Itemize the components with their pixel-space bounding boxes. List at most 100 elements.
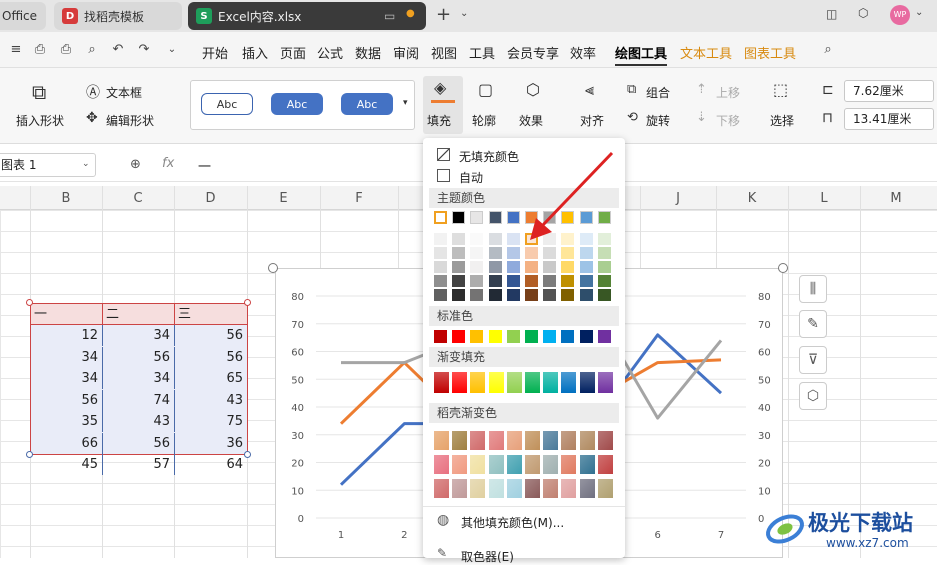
docer-gradient-swatch[interactable] (543, 479, 559, 498)
outline-icon[interactable]: ▢ (478, 80, 493, 99)
docer-gradient-swatch[interactable] (434, 455, 449, 474)
search-icon[interactable]: ⌕ (820, 42, 836, 58)
theme-color-swatch[interactable] (488, 211, 502, 224)
theme-shade-swatch[interactable] (525, 289, 538, 301)
docer-gradient-swatch[interactable] (543, 431, 559, 450)
standard-color-swatch[interactable] (470, 330, 484, 343)
theme-shade-swatch[interactable] (434, 233, 447, 245)
theme-shade-swatch[interactable] (506, 289, 520, 301)
menu-icon[interactable]: ≡ (8, 42, 24, 58)
undo-icon[interactable]: ↶ (110, 42, 126, 58)
col-header[interactable]: M (860, 191, 932, 206)
gradient-swatch[interactable] (597, 372, 613, 393)
formula-input[interactable]: 一 (198, 156, 211, 175)
move-down-icon[interactable]: ⇣ (696, 110, 707, 125)
standard-color-swatch[interactable] (434, 330, 447, 343)
docer-gradient-swatch[interactable] (506, 455, 522, 474)
table-cell[interactable]: 57 (103, 454, 175, 475)
edit-shape-button[interactable]: 编辑形状 (106, 112, 154, 129)
resize-handle[interactable] (778, 263, 788, 273)
theme-color-swatch[interactable] (506, 211, 520, 224)
menu-tools[interactable]: 工具 (469, 43, 495, 62)
range-handle[interactable] (244, 299, 251, 306)
standard-color-swatch[interactable] (506, 330, 520, 343)
theme-shade-swatch[interactable] (488, 233, 502, 245)
more-colors-option[interactable]: 其他填充颜色(M)... (461, 514, 564, 531)
docer-gradient-swatch[interactable] (434, 431, 449, 450)
table-header-cell[interactable]: 三 (175, 304, 247, 325)
window-layout-icon[interactable]: ◫ (826, 7, 837, 21)
theme-shade-swatch[interactable] (452, 247, 466, 259)
table-cell[interactable]: 65 (175, 368, 247, 389)
table-cell[interactable]: 56 (175, 325, 247, 346)
docer-gradient-swatch[interactable] (452, 479, 468, 498)
table-cell[interactable]: 75 (175, 411, 247, 432)
col-header[interactable]: K (716, 191, 788, 206)
theme-shade-swatch[interactable] (470, 261, 484, 273)
theme-shade-swatch[interactable] (488, 247, 502, 259)
chevron-down-icon[interactable]: ⌄ (460, 8, 468, 19)
standard-color-swatch[interactable] (525, 330, 538, 343)
screen-icon[interactable]: ▭ (384, 9, 395, 23)
gradient-swatch[interactable] (434, 372, 449, 393)
menu-page[interactable]: 页面 (280, 43, 306, 62)
docer-gradient-swatch[interactable] (543, 455, 559, 474)
rotate-button[interactable]: 旋转 (646, 112, 670, 129)
docer-gradient-swatch[interactable] (470, 431, 486, 450)
theme-shade-swatch[interactable] (597, 289, 611, 301)
move-up-icon[interactable]: ⇡ (696, 82, 707, 97)
gallery-more-icon[interactable]: ▾ (403, 98, 408, 108)
chart-elements-icon[interactable]: ⫼ (799, 275, 827, 303)
function-icon[interactable]: fx (162, 156, 174, 171)
col-header[interactable]: J (640, 191, 716, 206)
docer-gradient-swatch[interactable] (525, 431, 540, 450)
table-cell[interactable]: 34 (103, 325, 175, 346)
textbox-icon[interactable]: Ⓐ (86, 82, 100, 102)
gradient-swatch[interactable] (561, 372, 577, 393)
docer-gradient-swatch[interactable] (525, 455, 540, 474)
save-icon[interactable]: ⎙ (32, 42, 48, 58)
docer-gradient-swatch[interactable] (506, 479, 522, 498)
outline-button[interactable]: 轮廓 (472, 112, 496, 129)
docer-gradient-swatch[interactable] (525, 479, 540, 498)
menu-formula[interactable]: 公式 (317, 43, 343, 62)
theme-color-swatch[interactable] (470, 211, 484, 224)
theme-color-swatch[interactable] (452, 211, 466, 224)
new-tab-icon[interactable]: + (436, 4, 451, 25)
theme-shade-swatch[interactable] (543, 261, 557, 273)
move-up-button[interactable]: 上移 (716, 84, 740, 101)
table-cell[interactable]: 56 (103, 432, 175, 454)
docer-gradient-swatch[interactable] (470, 455, 486, 474)
table-cell[interactable]: 35 (31, 411, 103, 432)
menu-data[interactable]: 数据 (355, 43, 381, 62)
theme-shade-swatch[interactable] (579, 261, 593, 273)
effect-icon[interactable]: ⬡ (526, 80, 540, 99)
gradient-swatch[interactable] (452, 372, 468, 393)
group-icon[interactable]: ⧉ (627, 82, 636, 97)
style-preset-outline[interactable]: Abc (201, 93, 253, 115)
theme-shade-swatch[interactable] (488, 289, 502, 301)
docer-gradient-swatch[interactable] (561, 455, 577, 474)
select-button[interactable]: 选择 (770, 112, 794, 129)
no-fill-option[interactable]: 无填充颜色 (459, 148, 519, 165)
menu-efficiency[interactable]: 效率 (570, 43, 596, 62)
menu-view[interactable]: 视图 (431, 43, 457, 62)
select-icon[interactable]: ⬚ (773, 80, 788, 99)
align-button[interactable]: 对齐 (580, 112, 604, 129)
tab-excel-file[interactable]: S Excel内容.xlsx ▭ ● (188, 2, 426, 30)
table-cell[interactable]: 43 (103, 411, 175, 432)
theme-shade-swatch[interactable] (434, 261, 447, 273)
range-handle[interactable] (244, 451, 251, 458)
table-cell[interactable]: 43 (175, 390, 247, 411)
docer-gradient-swatch[interactable] (579, 479, 595, 498)
menu-insert[interactable]: 插入 (242, 43, 268, 62)
auto-option[interactable]: 自动 (459, 169, 483, 186)
chart-style-brush-icon[interactable]: ✎ (799, 310, 827, 338)
theme-shade-swatch[interactable] (525, 261, 538, 273)
col-header[interactable]: L (788, 191, 860, 206)
theme-shade-swatch[interactable] (452, 289, 466, 301)
theme-shade-swatch[interactable] (597, 275, 611, 287)
standard-color-swatch[interactable] (561, 330, 575, 343)
gradient-swatch[interactable] (488, 372, 504, 393)
move-down-button[interactable]: 下移 (716, 112, 740, 129)
